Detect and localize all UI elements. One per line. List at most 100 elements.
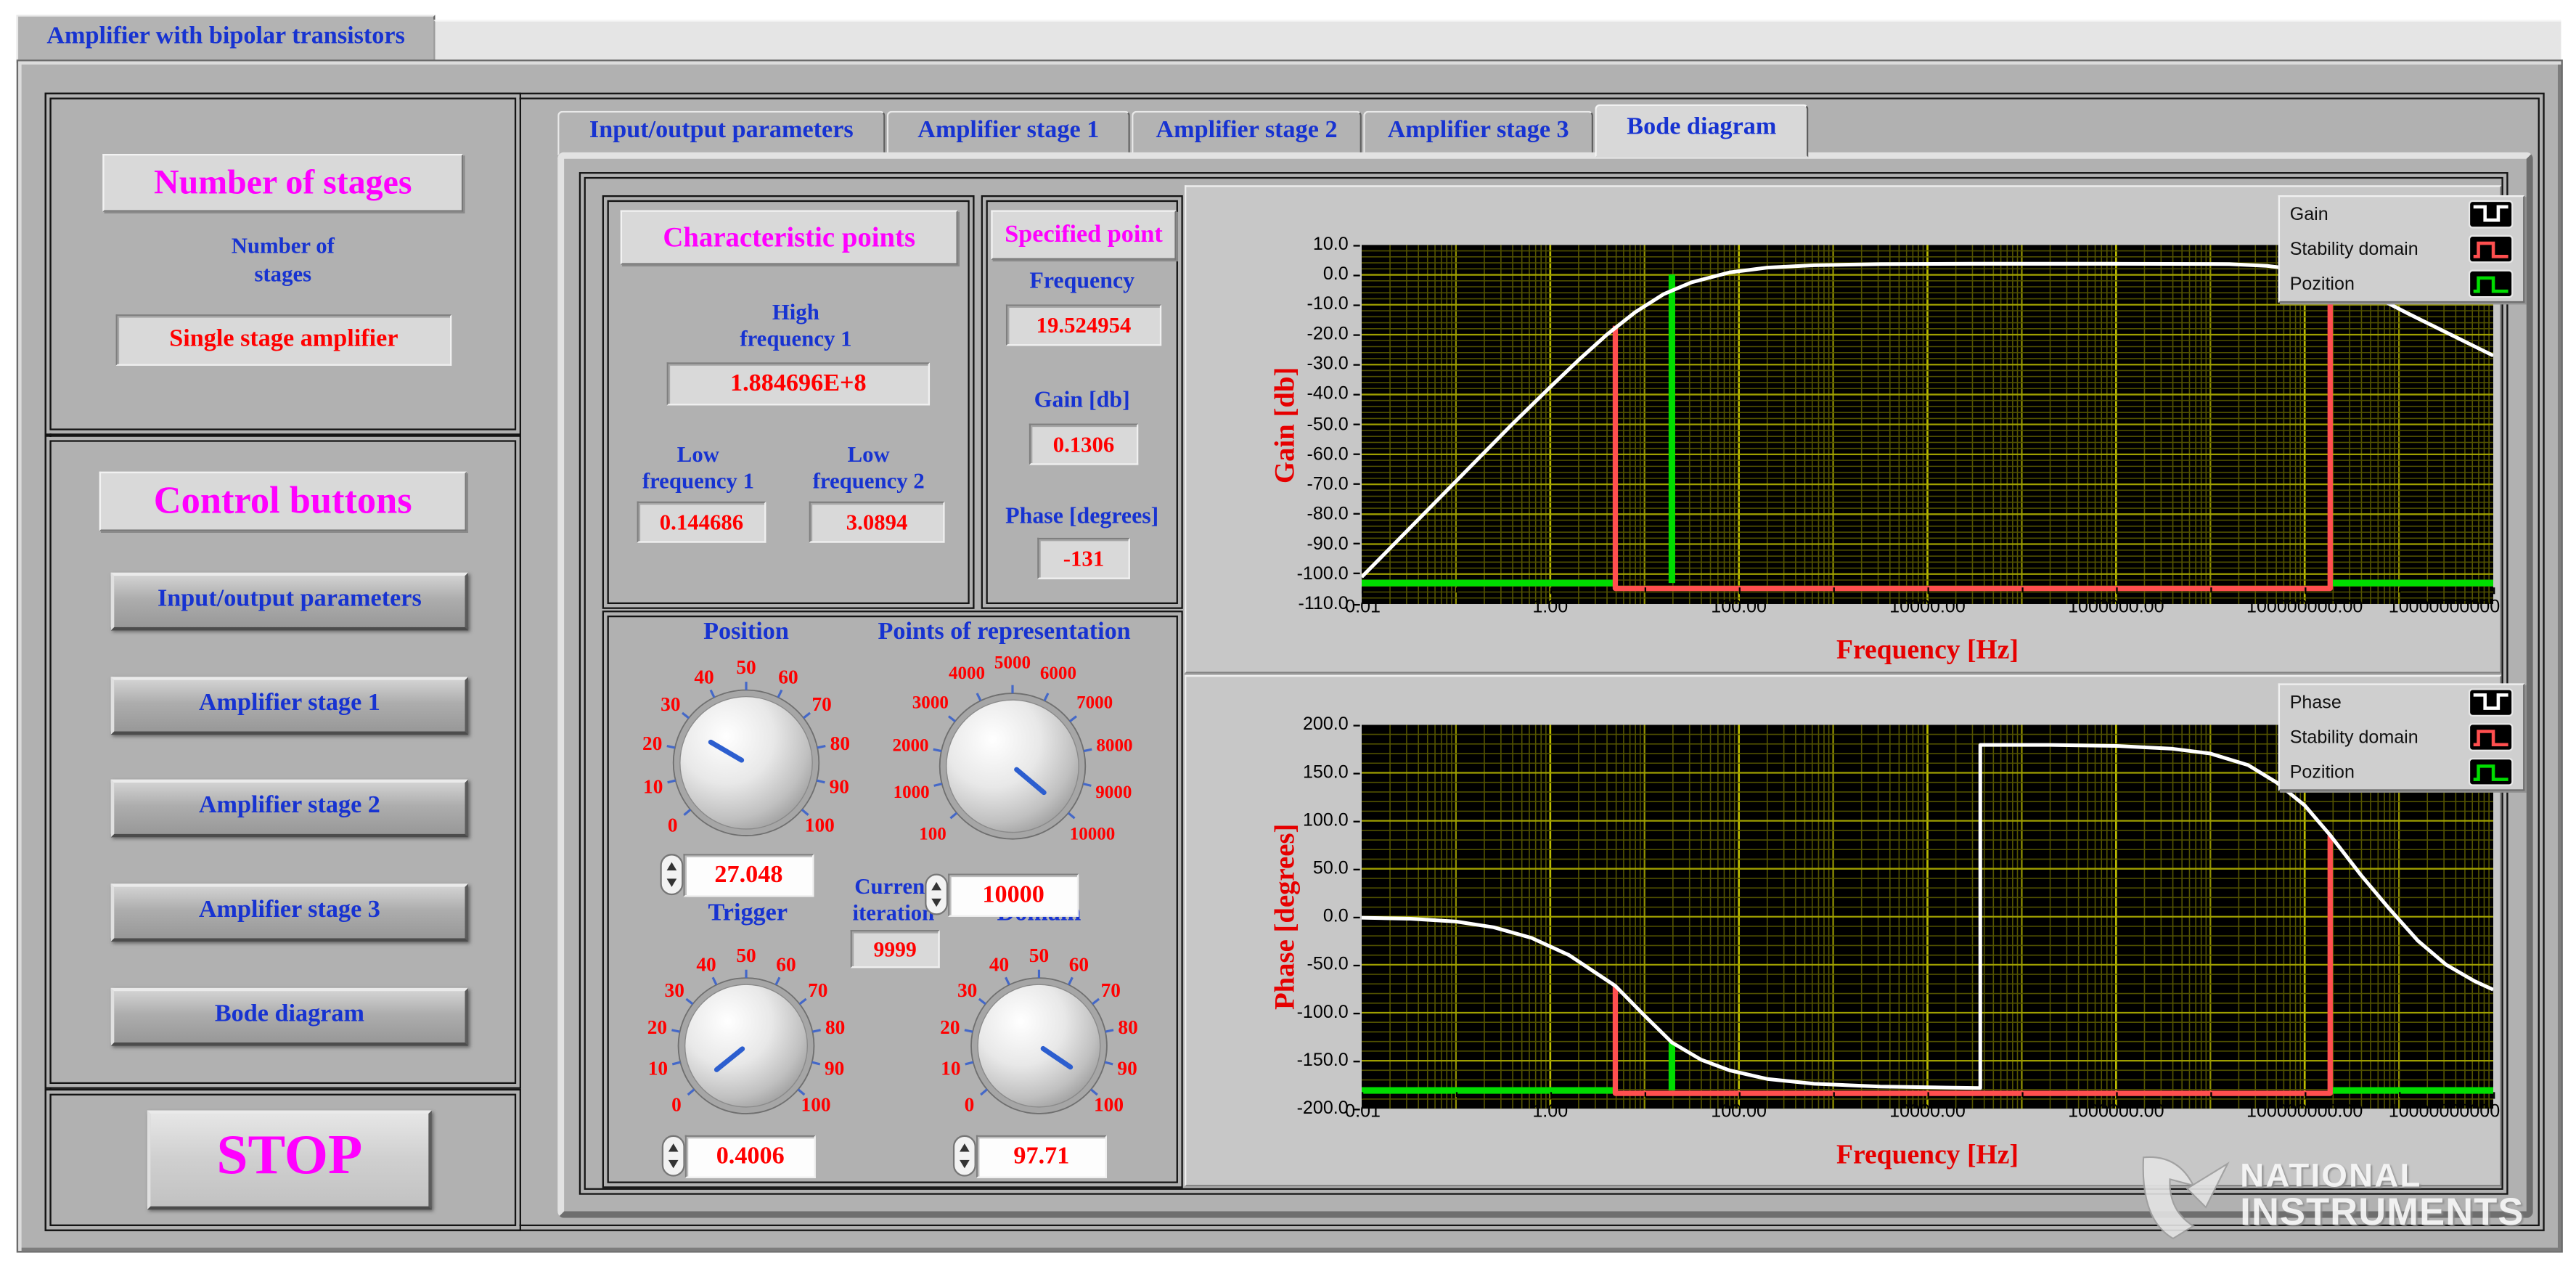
x-minor-tick-mark [2021,1092,2023,1097]
y-tick-mark [1354,274,1360,275]
y-tick--10.0: -10.0 [1253,295,1349,314]
trigger-scale-80: 80 [825,1016,845,1038]
legend-waveform-icon [2469,200,2514,229]
position-scale-10: 10 [643,775,663,797]
x-minor-tick-mark [1645,1092,1646,1097]
points-scale-9000: 9000 [1095,783,1132,802]
legend-item-stability-domain[interactable]: Stability domain [2280,232,2523,266]
x-tick-mark [1928,1092,1929,1098]
window-tab-strip [433,20,2561,61]
domain-spin-down-icon[interactable] [960,1159,970,1167]
y-tick-150.0: 150.0 [1253,763,1349,783]
points-spinner[interactable] [925,874,948,915]
y-tick--110.0: -110.0 [1253,594,1349,613]
ni-logo-text: NATIONAL INSTRUMENTS [2240,1160,2524,1233]
x-tick-10000.00: 10000.00 [1861,597,1993,617]
x-tick-100000000.00: 100000000.00 [2238,597,2371,617]
x-tick-1000000.00: 1000000.00 [2050,597,2182,617]
legend-item-pozition[interactable]: Pozition [2280,754,2523,789]
trigger-knob[interactable]: 0102030405060708090100 [629,929,864,1164]
y-tick--90.0: -90.0 [1253,534,1349,554]
domain-scale-10: 10 [941,1057,960,1079]
x-minor-tick-mark [1456,587,1457,592]
tab-amplifier-stage-2[interactable]: Amplifier stage 2 [1132,111,1362,156]
x-tick-mark [2493,587,2495,594]
gain-legend[interactable]: GainStability domainPozition [2278,195,2525,303]
points-spin-up-icon[interactable] [931,883,941,891]
y-tick-200.0: 200.0 [1253,715,1349,735]
domain-scale-90: 90 [1117,1057,1137,1079]
window-tab[interactable]: Amplifier with bipolar transistors [17,15,436,63]
y-tick--100.0: -100.0 [1253,564,1349,584]
tab-bode-diagram[interactable]: Bode diagram [1595,105,1808,158]
trigger-spin-up-icon[interactable] [668,1144,679,1152]
x-tick-mark [1928,587,1929,594]
trigger-value-box[interactable]: 0.4006 [685,1135,816,1178]
position-spinner[interactable] [660,854,683,895]
x-minor-tick-mark [1833,1092,1835,1097]
x-axis-label: Frequency [Hz] [1836,634,2019,667]
position-scale-70: 70 [812,693,832,715]
input-output-parameters-button[interactable]: Input/output parameters [111,573,468,631]
domain-knob[interactable]: 0102030405060708090100 [922,929,1157,1164]
position-value-box[interactable]: 27.048 [683,854,814,897]
legend-item-gain[interactable]: Gain [2280,197,2523,232]
points-scale-5000: 5000 [994,653,1031,673]
domain-scale-30: 30 [957,979,977,1001]
low-frequency-1-label: Low frequency 1 [623,442,772,495]
trigger-spinner[interactable] [662,1135,685,1177]
bode-diagram-button[interactable]: Bode diagram [111,988,468,1046]
position-spin-up-icon[interactable] [667,862,677,870]
tab-input-output-parameters[interactable]: Input/output parameters [557,111,885,156]
phase-legend[interactable]: PhaseStability domainPozition [2278,683,2525,791]
trigger-spin-down-icon[interactable] [668,1159,679,1167]
points-spin-down-icon[interactable] [931,898,941,906]
amplifier-stage-2-button[interactable]: Amplifier stage 2 [111,780,468,838]
x-tick-mark [1739,587,1741,594]
domain-scale-80: 80 [1118,1016,1137,1038]
amplifier-stage-3-button[interactable]: Amplifier stage 3 [111,883,468,942]
trigger-knob-label: Trigger [649,900,848,929]
points-value-box[interactable]: 10000 [948,874,1079,917]
x-tick-mark [2305,1092,2306,1098]
trigger-scale-0: 0 [671,1094,682,1116]
legend-waveform-icon [2469,688,2514,717]
tab-amplifier-stage-1[interactable]: Amplifier stage 1 [887,111,1130,156]
legend-waveform-icon [2469,723,2514,751]
legend-item-phase[interactable]: Phase [2280,685,2523,720]
position-scale-30: 30 [661,693,680,715]
y-tick-mark [1354,543,1360,544]
tab-amplifier-stage-3[interactable]: Amplifier stage 3 [1363,111,1593,156]
x-tick-10000000000: 10000000000 [2368,1102,2500,1122]
amplifier-stage-1-button[interactable]: Amplifier stage 1 [111,677,468,735]
domain-spinner[interactable] [953,1135,976,1177]
phase-degrees-label: Phase [degrees] [983,505,1182,531]
position-scale-90: 90 [830,775,849,797]
domain-scale-50: 50 [1029,944,1049,966]
gain-db-label: Gain [db] [983,389,1182,415]
x-tick-mark [1362,1092,1363,1098]
y-tick-mark [1354,393,1360,395]
trigger-scale-20: 20 [647,1016,667,1038]
position-knob[interactable]: 0102030405060708090100 [623,640,868,885]
legend-item-stability-domain[interactable]: Stability domain [2280,720,2523,755]
stop-button[interactable]: STOP [147,1110,432,1209]
y-tick-mark [1354,1012,1360,1013]
position-spin-down-icon[interactable] [667,878,677,886]
domain-spin-up-icon[interactable] [960,1144,970,1152]
x-tick-mark [1550,587,1552,594]
y-tick--80.0: -80.0 [1253,505,1349,524]
legend-item-pozition[interactable]: Pozition [2280,266,2523,301]
x-axis-label: Frequency [Hz] [1836,1138,2019,1172]
y-tick-mark [1354,334,1360,335]
x-tick-1.00: 1.00 [1484,597,1616,617]
legend-waveform-icon [2469,235,2514,264]
x-tick-0.01: 0.01 [1345,597,1477,617]
y-axis-label: Gain [db] [1269,366,1302,482]
stop-panel: STOP [45,1089,521,1231]
points-knob[interactable]: 1001000200030004000500060007000800090001… [882,635,1143,897]
x-tick-10000.00: 10000.00 [1861,1102,1993,1122]
high-frequency-1-value-box: 1.884696E+8 [667,362,930,405]
low-frequency-2-value-box: 3.0894 [809,502,945,543]
domain-value-box[interactable]: 97.71 [976,1135,1107,1178]
